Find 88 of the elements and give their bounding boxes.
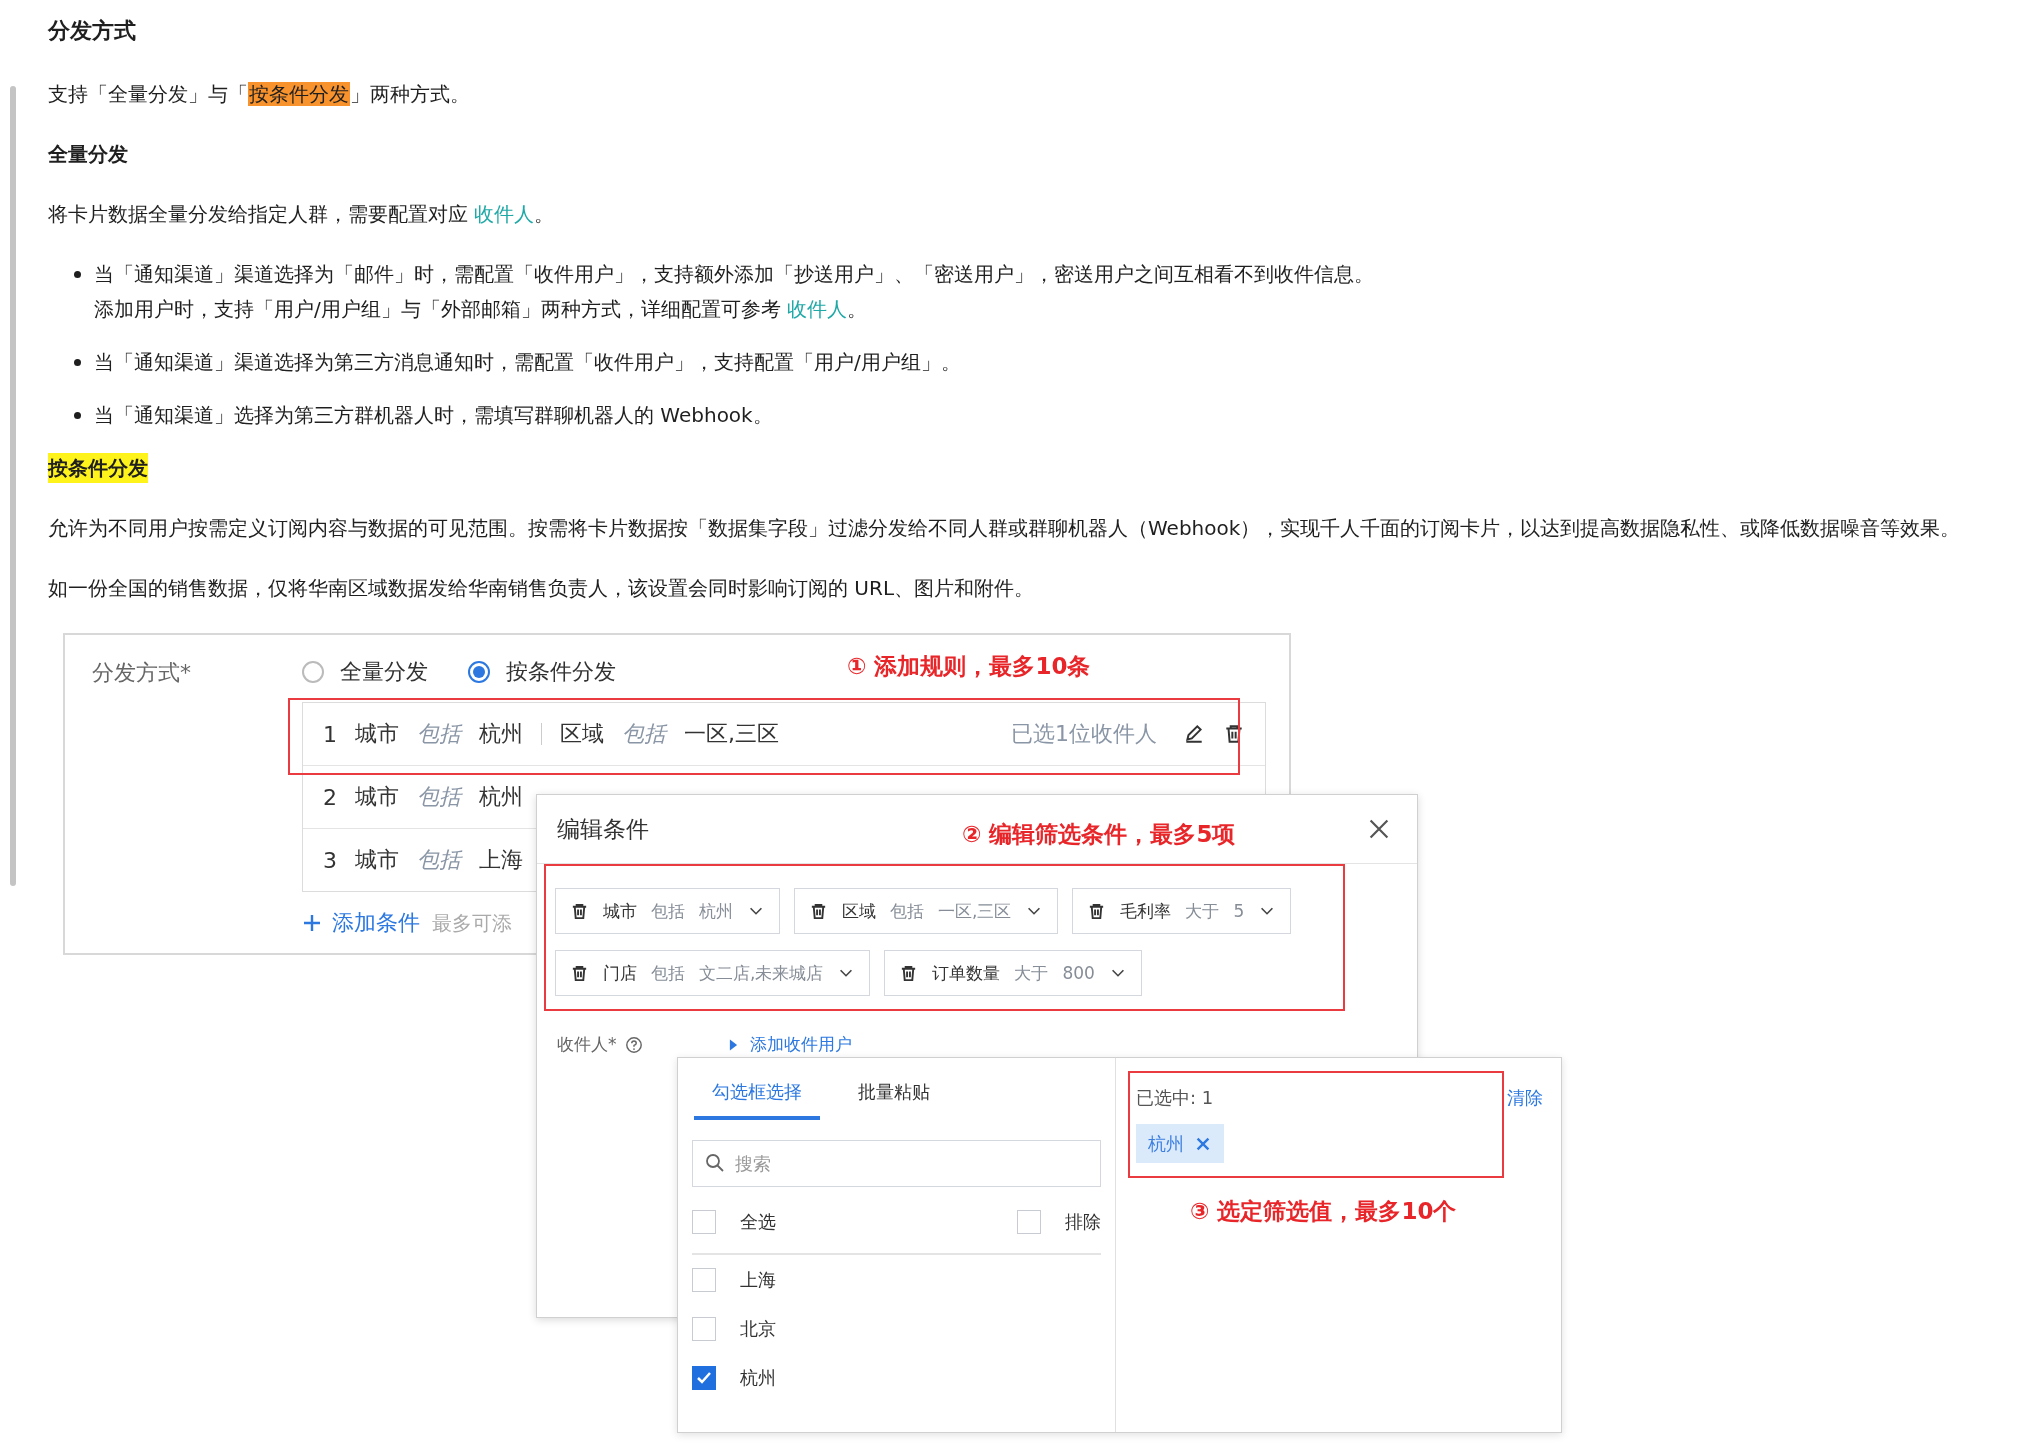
plus-icon — [302, 913, 322, 933]
operator-text: 包括 — [417, 783, 461, 811]
subsection-heading: 按条件分发 — [48, 453, 148, 483]
rule-row[interactable]: 1 城市 包括 杭州 区域 包括 一区,三区 已选1位收件人 — [303, 703, 1265, 766]
paragraph: 允许为不同用户按需定义订阅内容与数据的可见范围。按需将卡片数据按「数据集字段」过滤分发给不同人群或群聊机器人（Webhook），实现千人千面的订阅卡片，以达到提高数据隐私性、或降低数据噪音等效果。 — [48, 515, 1962, 542]
condition-dropdown[interactable]: 订单数量 大于 800 — [884, 950, 1142, 996]
field-value: 一区,三区 — [938, 899, 1012, 923]
field-name: 城市 — [355, 783, 399, 811]
section-heading: 分发方式 — [48, 17, 137, 45]
operator-text: 大于 — [1014, 961, 1049, 985]
bullet-icon — [74, 412, 81, 419]
list-item-text: 当「通知渠道」选择为第三方群机器人时，需填写群聊机器人的 Webhook。 — [94, 402, 773, 429]
checkbox[interactable] — [692, 1210, 716, 1234]
trash-icon[interactable] — [1223, 723, 1245, 745]
trash-icon[interactable] — [570, 963, 589, 983]
selected-count: 已选中: 1 — [1136, 1086, 1214, 1110]
checkbox[interactable] — [692, 1316, 716, 1341]
search-icon — [705, 1153, 725, 1173]
annotation-text: ① 添加规则，最多10条 — [847, 652, 1091, 681]
field-name: 城市 — [603, 899, 637, 923]
operator-text: 包括 — [651, 899, 685, 923]
field-value: 一区,三区 — [684, 720, 779, 748]
add-recipient-link[interactable]: 添加收件用户 — [749, 1033, 852, 1056]
field-name: 城市 — [355, 846, 399, 874]
checkbox[interactable] — [1017, 1210, 1041, 1234]
close-icon[interactable] — [1367, 817, 1391, 841]
option-label: 北京 — [740, 1316, 776, 1341]
condition-dropdown[interactable]: 毛利率 大于 5 — [1072, 888, 1292, 934]
option-label: 全选 — [740, 1210, 776, 1234]
field-name: 城市 — [355, 720, 399, 748]
scroll-bar[interactable] — [10, 86, 16, 886]
bullet-icon — [74, 359, 81, 366]
radio-option[interactable]: 全量分发 — [302, 657, 428, 687]
caret-right-icon — [728, 1038, 738, 1051]
checkbox[interactable] — [692, 1365, 716, 1390]
subsection-heading: 全量分发 — [48, 141, 128, 168]
field-name: 区域 — [560, 720, 604, 748]
operator-text: 包括 — [651, 961, 685, 985]
annotation-text: ② 编辑筛选条件，最多5项 — [962, 820, 1236, 849]
recipient-count: 已选1位收件人 — [1011, 720, 1157, 748]
paragraph: 支持「全量分发」与「按条件分发」两种方式。 — [48, 81, 471, 108]
dialog-title: 编辑条件 — [557, 814, 649, 844]
checkbox[interactable] — [692, 1267, 716, 1292]
operator-text: 包括 — [622, 720, 666, 748]
add-condition-button[interactable]: 添加条件 — [302, 908, 420, 938]
field-value: 5 — [1233, 901, 1245, 921]
operator-text: 包括 — [890, 899, 924, 923]
list-item-text: 添加用户时，支持「用户/用户组」与「外部邮箱」两种方式，详细配置可参考 收件人。 — [94, 296, 869, 323]
operator-text: 包括 — [417, 846, 461, 874]
rule-index: 1 — [323, 721, 337, 747]
field-label: 收件人* — [557, 1033, 617, 1056]
field-value: 文二店,未来城店 — [699, 961, 824, 985]
clear-link[interactable]: 清除 — [1507, 1086, 1543, 1110]
rule-index: 2 — [323, 784, 337, 810]
list-item-text: 当「通知渠道」渠道选择为第三方消息通知时，需配置「收件用户」，支持配置「用户/用户组」。 — [94, 349, 961, 376]
option-label: 上海 — [740, 1267, 776, 1292]
rule-index: 3 — [323, 847, 337, 873]
bullet-icon — [74, 271, 81, 278]
paragraph: 如一份全国的销售数据，仅将华南区域数据发给华南销售负责人，该设置会同时影响订阅的 URL、图片和附件。 — [48, 575, 1036, 602]
trash-icon[interactable] — [570, 901, 589, 921]
field-name: 区域 — [842, 899, 876, 923]
help-icon[interactable] — [624, 1035, 643, 1054]
field-name: 订单数量 — [932, 961, 1001, 985]
radio-option[interactable]: 按条件分发 — [468, 657, 616, 687]
condition-dropdown[interactable]: 城市 包括 杭州 — [555, 888, 780, 934]
field-value: 杭州 — [699, 899, 733, 923]
annotation-text: ③ 选定筛选值，最多10个 — [1190, 1197, 1457, 1226]
operator-text: 大于 — [1185, 899, 1220, 923]
list-item-text: 当「通知渠道」渠道选择为「邮件」时，需配置「收件用户」，支持额外添加「抄送用户」、「密送用户」，密送用户之间互相看不到收件信息。 — [94, 261, 1374, 288]
option-label: 排除 — [1065, 1210, 1101, 1234]
field-label: 分发方式* — [92, 659, 191, 687]
operator-text: 包括 — [417, 720, 461, 748]
hint-text: 最多可添 — [432, 909, 512, 937]
tab[interactable]: 勾选框选择 — [694, 1080, 820, 1120]
field-value: 800 — [1062, 963, 1095, 983]
paragraph: 将卡片数据全量分发给指定人群，需要配置对应 收件人。 — [48, 201, 556, 228]
option-label: 杭州 — [740, 1365, 776, 1390]
trash-icon[interactable] — [809, 901, 828, 921]
search-field[interactable]: 搜索 — [692, 1140, 1101, 1187]
condition-dropdown[interactable]: 门店 包括 文二店,未来城店 — [555, 950, 871, 996]
field-name: 毛利率 — [1120, 899, 1172, 923]
condition-dropdown[interactable]: 区域 包括 一区,三区 — [794, 888, 1059, 934]
field-name: 门店 — [603, 961, 637, 985]
field-value: 杭州 — [479, 783, 523, 811]
tab[interactable]: 批量粘贴 — [840, 1080, 948, 1120]
field-value: 上海 — [479, 846, 523, 874]
pencil-icon[interactable] — [1183, 723, 1205, 745]
field-value: 杭州 — [479, 720, 523, 748]
